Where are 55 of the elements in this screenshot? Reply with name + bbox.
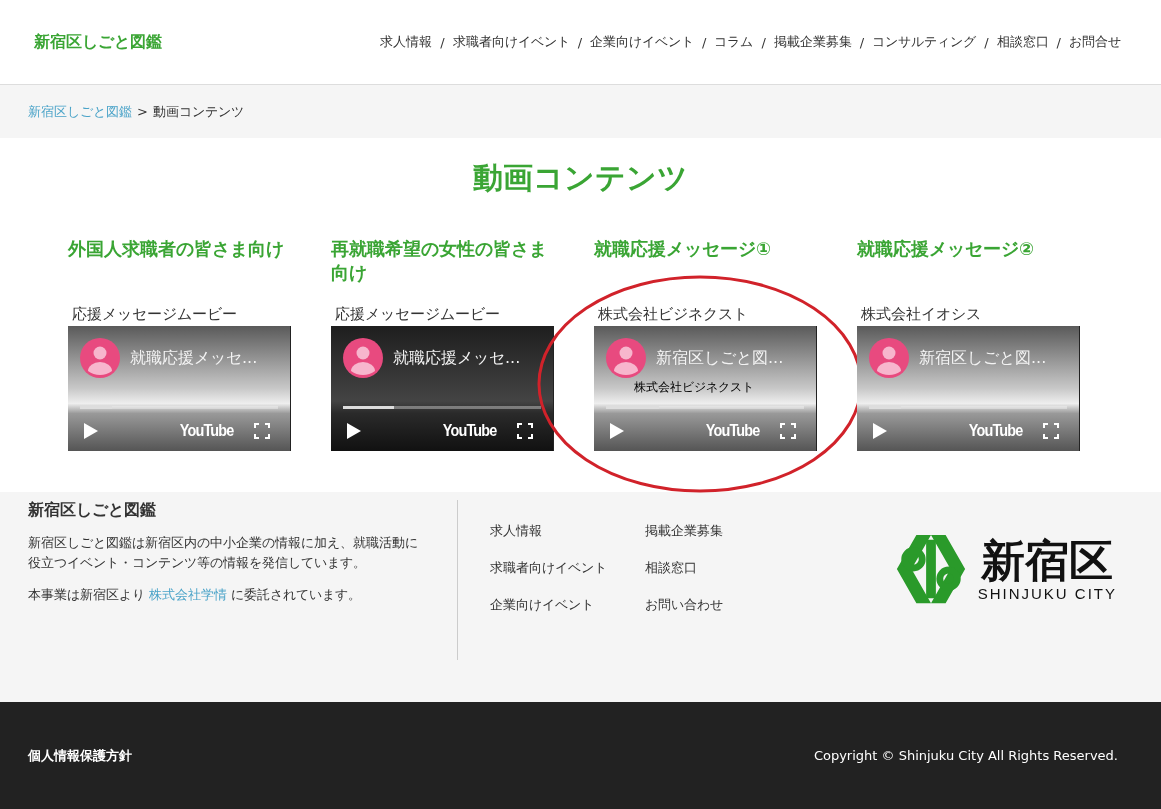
nav-separator: / [440, 34, 445, 50]
nav-separator: / [984, 34, 989, 50]
footer-link[interactable]: 求職者向けイベント [490, 559, 645, 577]
nav-link[interactable]: 求職者向けイベント [452, 33, 570, 51]
nav-link[interactable]: コラム [714, 33, 754, 51]
nav-link[interactable]: お問合せ [1069, 33, 1121, 51]
youtube-logo[interactable]: YouTube [442, 421, 497, 441]
footer-description: 新宿区しごと図鑑は新宿区内の中小企業の情報に加え、就職活動に役立つイベント・コンテンツ等の情報を発信しています。 [28, 534, 419, 572]
video-caption: 株式会社ビジネクスト [598, 305, 749, 324]
video-overlay-text: 株式会社ビジネクスト [634, 380, 754, 394]
video-player[interactable]: 就職応援メッセ... YouTube [68, 326, 291, 451]
nav-link[interactable]: 企業向けイベント [590, 33, 695, 51]
breadcrumb-separator: > [137, 104, 148, 119]
avatar-icon [80, 338, 120, 378]
video-caption: 応援メッセージムービー [72, 305, 238, 324]
video-heading: 就職応援メッセージ② [857, 237, 1036, 261]
video-heading: 外国人求職者の皆さま向け [68, 237, 285, 261]
nav-separator: / [577, 34, 583, 50]
video-caption: 応援メッセージムービー [335, 305, 501, 324]
footer-link[interactable]: 掲載企業募集 [645, 522, 765, 540]
video-title[interactable]: 就職応援メッセ... [393, 347, 521, 369]
video-heading: 再就職希望の女性の皆さま向け [331, 237, 548, 285]
city-logo-text: 新宿区 [981, 536, 1114, 585]
youtube-logo[interactable]: YouTube [705, 421, 760, 441]
footer-link[interactable]: 相談窓口 [645, 559, 765, 577]
nav-separator: / [702, 34, 707, 50]
footer-link[interactable]: お問い合わせ [645, 596, 765, 614]
nav-separator: / [1056, 34, 1061, 50]
nav-link[interactable]: 掲載企業募集 [773, 33, 852, 51]
footer-link[interactable]: 企業向けイベント [490, 596, 645, 614]
nav-link[interactable]: 相談窓口 [996, 33, 1049, 51]
youtube-logo[interactable]: YouTube [968, 421, 1023, 441]
nav-link[interactable]: 求人情報 [380, 33, 433, 51]
page-title: 動画コンテンツ [472, 159, 689, 197]
footer-title: 新宿区しごと図鑑 [28, 500, 157, 521]
avatar-icon [869, 338, 909, 378]
avatar-icon [606, 338, 646, 378]
fullscreen-icon[interactable] [517, 423, 533, 439]
nav-separator: / [761, 34, 766, 50]
video-player[interactable]: 新宿区しごと図... 株式会社ビジネクスト YouTube [594, 326, 817, 451]
video-player[interactable]: 就職応援メッセ... YouTube [331, 326, 554, 451]
video-heading: 就職応援メッセージ① [594, 237, 773, 261]
video-caption: 株式会社イオシス [861, 305, 982, 324]
play-icon[interactable] [347, 423, 361, 439]
nav-separator: / [859, 34, 865, 50]
copyright-text: Copyright © Shinjuku City All Rights Reserved. [813, 748, 1118, 763]
nav-link[interactable]: コンサルティング [872, 33, 977, 51]
youtube-logo[interactable]: YouTube [179, 421, 234, 441]
privacy-policy-link[interactable]: 個人情報保護方針 [28, 746, 132, 765]
city-logo-subtitle: SHINJUKU CITY [977, 584, 1117, 602]
footer-notice: 本事業は新宿区より 株式会社学情 に委託されています。 [28, 586, 363, 604]
avatar-icon [343, 338, 383, 378]
video-player[interactable]: 新宿区しごと図... YouTube [857, 326, 1080, 451]
breadcrumb-current: 動画コンテンツ [152, 102, 244, 121]
footer-link[interactable]: 求人情報 [490, 522, 645, 540]
